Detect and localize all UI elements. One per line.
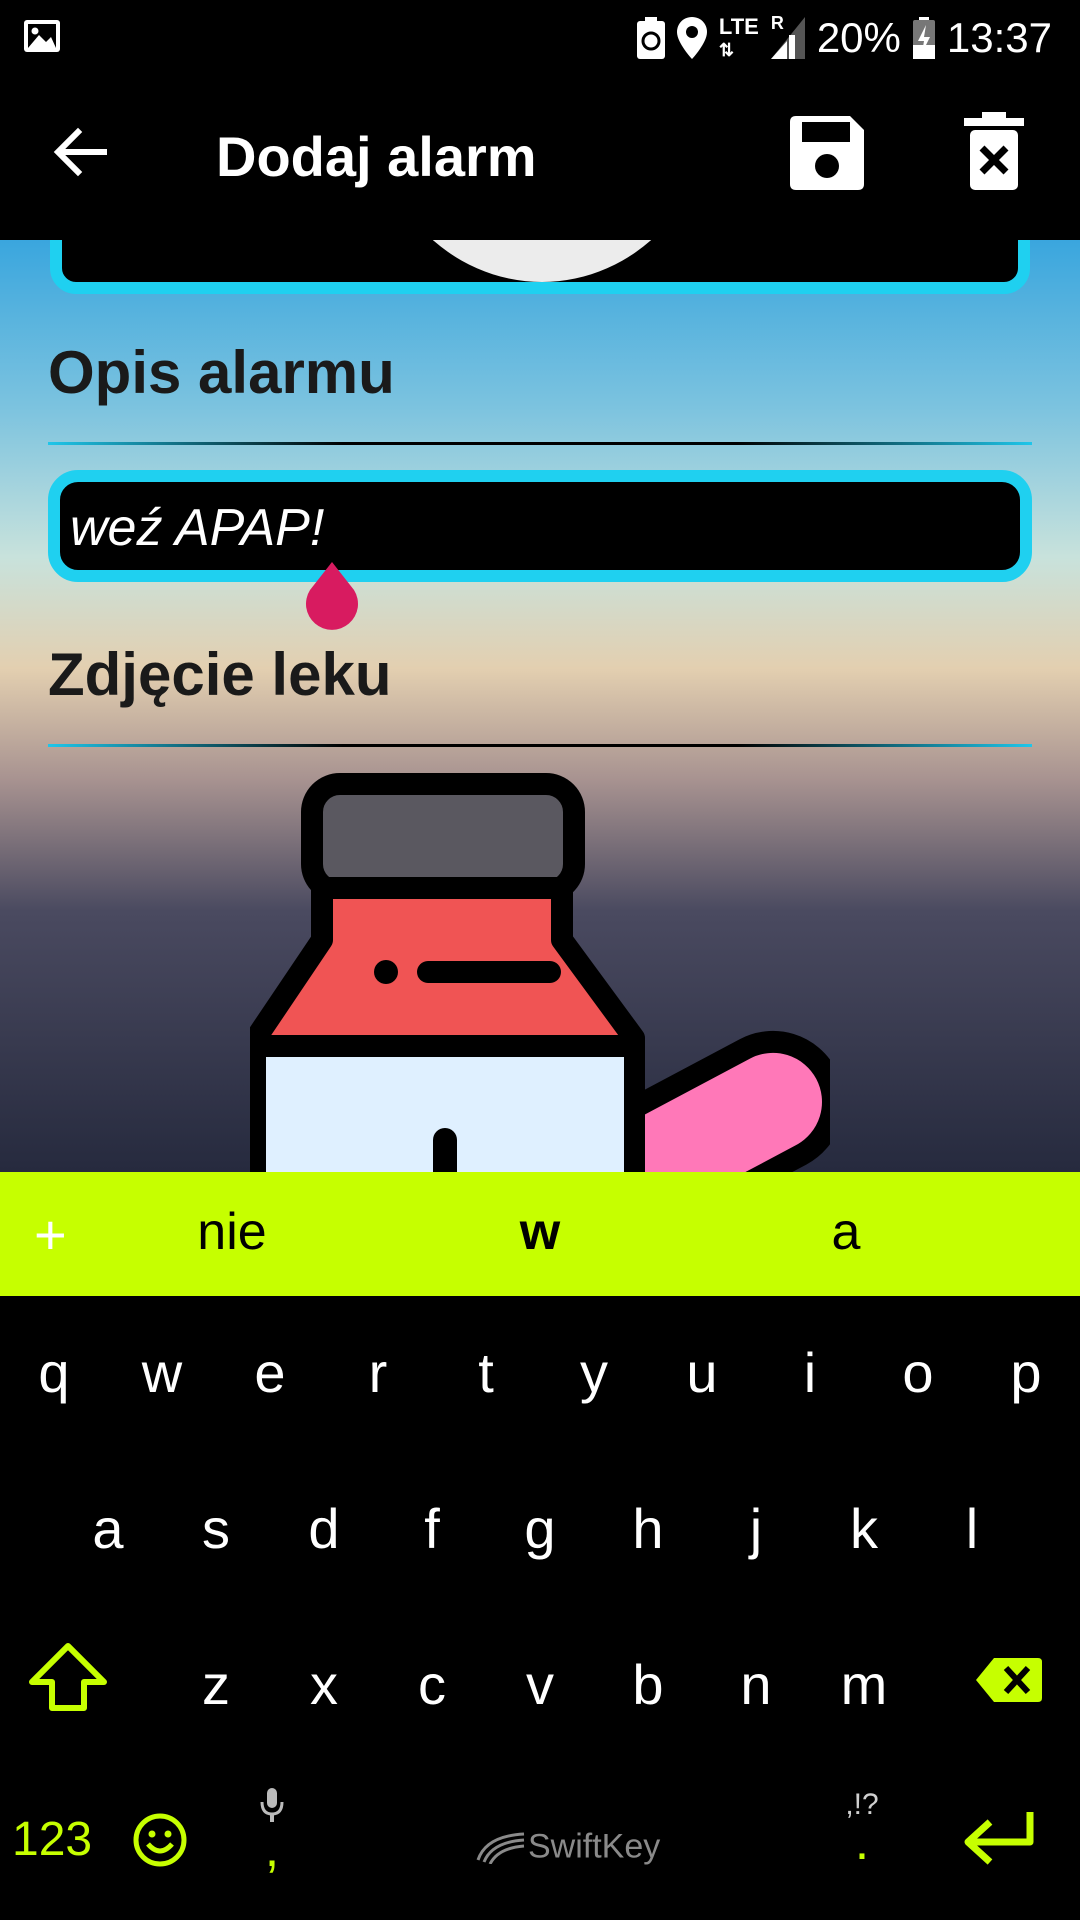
comma-label: , xyxy=(264,1820,280,1878)
save-icon[interactable] xyxy=(790,116,864,195)
comma-key[interactable]: , xyxy=(252,1788,292,1875)
key-i[interactable]: i xyxy=(756,1340,864,1405)
swiftkey-brand: SwiftKey xyxy=(476,1826,660,1867)
key-d[interactable]: d xyxy=(270,1496,378,1561)
gallery-notification-icon xyxy=(22,18,62,59)
clock-dial xyxy=(372,240,712,282)
time-picker-box[interactable] xyxy=(50,240,1030,294)
shift-icon[interactable] xyxy=(28,1642,108,1717)
key-f[interactable]: f xyxy=(378,1496,486,1561)
key-e[interactable]: e xyxy=(216,1340,324,1405)
period-label: . xyxy=(854,1813,870,1871)
key-j[interactable]: j xyxy=(702,1496,810,1561)
suggestion-item[interactable]: w xyxy=(440,1202,640,1262)
plus-icon[interactable]: + xyxy=(34,1202,67,1267)
key-g[interactable]: g xyxy=(486,1496,594,1561)
clock: 13:37 xyxy=(946,14,1052,61)
roaming-indicator: R xyxy=(770,13,784,33)
key-w[interactable]: w xyxy=(108,1340,216,1405)
emoji-icon[interactable] xyxy=(132,1812,188,1873)
key-p[interactable]: p xyxy=(972,1340,1080,1405)
key-a[interactable]: a xyxy=(54,1496,162,1561)
period-key[interactable]: ,!? . xyxy=(842,1788,882,1868)
medicine-bottle-image[interactable] xyxy=(245,760,844,1172)
delete-icon[interactable] xyxy=(964,112,1024,195)
key-u[interactable]: u xyxy=(648,1340,756,1405)
suggestion-item[interactable]: a xyxy=(746,1202,946,1262)
key-h[interactable]: h xyxy=(594,1496,702,1561)
alarm-form: Opis alarmu weź APAP! Zdjęcie leku xyxy=(0,240,1080,1172)
divider xyxy=(48,442,1032,445)
key-s[interactable]: s xyxy=(162,1496,270,1561)
photo-title: Zdjęcie leku xyxy=(48,641,392,708)
signal-icon: R xyxy=(770,13,805,59)
numbers-key[interactable]: 123 xyxy=(12,1812,92,1867)
description-value: weź APAP! xyxy=(70,499,325,557)
key-l[interactable]: l xyxy=(918,1496,1026,1561)
key-m[interactable]: m xyxy=(810,1652,918,1717)
description-title: Opis alarmu xyxy=(48,339,395,406)
keyboard-suggestion-bar: + nie w a xyxy=(0,1172,1080,1296)
location-icon xyxy=(676,17,707,59)
swiftkey-logo-icon xyxy=(476,1832,525,1865)
battery-charging-icon xyxy=(912,17,935,59)
enter-icon[interactable] xyxy=(960,1808,1036,1873)
backspace-icon[interactable] xyxy=(976,1658,1042,1707)
app-bar: Dodaj alarm xyxy=(0,72,1080,240)
key-c[interactable]: c xyxy=(378,1652,486,1717)
back-arrow-icon[interactable] xyxy=(52,124,108,185)
battery-percent: 20% xyxy=(816,14,901,61)
text-cursor-handle[interactable] xyxy=(302,562,362,643)
key-t[interactable]: t xyxy=(432,1340,540,1405)
key-q[interactable]: q xyxy=(0,1340,108,1405)
suggestion-item[interactable]: nie xyxy=(132,1202,332,1262)
network-type-label: LTE ⇅ xyxy=(718,13,759,60)
divider xyxy=(48,744,1032,747)
soft-keyboard: q w e r t y u i o p a s d f g h j k l z … xyxy=(0,1296,1080,1920)
key-z[interactable]: z xyxy=(162,1652,270,1717)
key-b[interactable]: b xyxy=(594,1652,702,1717)
key-y[interactable]: y xyxy=(540,1340,648,1405)
description-input[interactable]: weź APAP! xyxy=(48,470,1032,582)
page-title: Dodaj alarm xyxy=(216,125,537,188)
key-k[interactable]: k xyxy=(810,1496,918,1561)
key-r[interactable]: r xyxy=(324,1340,432,1405)
key-x[interactable]: x xyxy=(270,1652,378,1717)
key-o[interactable]: o xyxy=(864,1340,972,1405)
key-v[interactable]: v xyxy=(486,1652,594,1717)
battery-saver-icon xyxy=(636,17,665,59)
swiftkey-label: SwiftKey xyxy=(528,1827,661,1866)
status-bar: LTE ⇅ R 20% 13:37 xyxy=(0,0,1080,72)
key-n[interactable]: n xyxy=(702,1652,810,1717)
